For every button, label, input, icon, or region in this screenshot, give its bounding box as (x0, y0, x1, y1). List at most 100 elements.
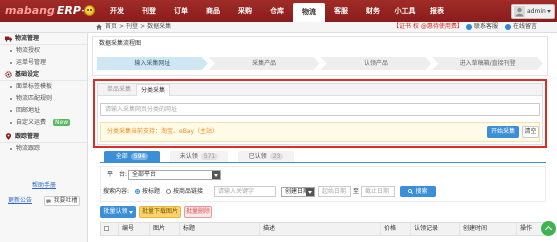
main-nav: 开发 刊登 订单 商品 采购 仓库 物流 客服 财务 小工具 报表 (101, 0, 453, 22)
certificate-notice-link[interactable]: 【证书 权 @惠待使用费】 (393, 22, 463, 32)
platform-label: 平 台: (107, 171, 128, 178)
radio-by-link-label[interactable]: 按商品链接 (173, 186, 203, 197)
bulk-claim-label: 批量认领 (103, 208, 128, 215)
nav-item-purchasing[interactable]: 采购 (229, 0, 261, 22)
nav-item-customer-service[interactable]: 客服 (325, 0, 357, 22)
sidebar-section-tracking[interactable]: 跟踪管理 (0, 131, 87, 143)
radio-by-title[interactable] (135, 189, 140, 194)
nav-item-finance[interactable]: 财务 (357, 0, 389, 22)
arrow-up-icon[interactable] (541, 221, 556, 236)
search-icon (408, 189, 414, 194)
column-header-description: 描述 (260, 223, 381, 235)
search-content-label: 搜索内容: (103, 188, 130, 195)
dropdown-toggle (212, 171, 220, 179)
keyword-input[interactable] (214, 186, 276, 197)
help-manual-link[interactable]: 帮助手册 (0, 183, 88, 189)
chat-icon (505, 24, 511, 30)
column-header-id[interactable]: 编号 (119, 223, 150, 235)
feedback-button[interactable]: 我要吐槽 (44, 196, 80, 206)
date-type-select[interactable]: 创建日期 (281, 187, 315, 197)
top-navigation-bar: mabang ERP+ 开发 刊登 订单 商品 采购 仓库 物流 客服 财务 小工… (0, 0, 557, 22)
start-date-input[interactable] (318, 186, 351, 197)
clear-button[interactable]: 清空 (522, 126, 539, 138)
location-pin-icon (5, 133, 12, 140)
breadcrumb-bar: 首页 > 刊登 > 数据采集 【证书 权 @惠待使用费】 联系客服 在线留言 (0, 22, 557, 33)
collect-tabs: 单品采集 分类采集 (98, 84, 542, 96)
nav-item-tools[interactable]: 小工具 (389, 0, 421, 22)
sidebar-item-tracking-numbers[interactable]: 运单号管理 (0, 57, 87, 69)
tab-all[interactable]: 全部 594 (104, 151, 160, 162)
table-header: 编号 图片 标题 描述 价格 认领记录 创建时间 操作 (100, 222, 546, 236)
contact-support-label: 联系客服 (474, 23, 499, 30)
select-all-checkbox[interactable] (104, 226, 109, 231)
tab-count: 571 (200, 153, 219, 160)
user-menu[interactable]: admin (511, 4, 555, 19)
truck-icon (5, 36, 12, 42)
logo-text: mabang (5, 4, 55, 17)
contact-support-link[interactable]: 联系客服 (466, 22, 498, 32)
column-header-created-time[interactable]: 创建时间 (460, 223, 517, 235)
tab-category-collect[interactable]: 分类采集 (136, 84, 170, 96)
headset-icon (466, 24, 472, 30)
chat-icon (46, 199, 52, 204)
tab-count: 594 (130, 153, 149, 160)
sidebar-item-matching-rules[interactable]: 物流匹配规则 (0, 93, 87, 105)
sidebar-item-logistics-tracking[interactable]: 物流跟踪 (0, 143, 87, 155)
sidebar-item-return-address[interactable]: 回邮地址 (0, 105, 87, 117)
flow-step: 采集产品 (209, 57, 320, 70)
nav-item-orders[interactable]: 订单 (165, 0, 197, 22)
breadcrumb-current: 数据采集 (147, 23, 172, 30)
update-notes-link[interactable]: 更新公告 (8, 198, 32, 204)
sidebar-section-basic-settings[interactable]: 基础设定 (0, 69, 87, 81)
support-notice: 分类采集当前支持：淘宝、eBay（主站） 开始采集 清空 (100, 122, 540, 142)
status-tabs: 全部 594 未认领 571 已认领 23 (100, 151, 546, 163)
end-date-input[interactable] (361, 186, 395, 197)
bulk-download-images-button[interactable]: 批量下载图片 (139, 206, 181, 218)
breadcrumb-listing[interactable]: 刊登 (126, 24, 138, 30)
feedback-button-label: 我要吐槽 (53, 197, 78, 204)
collection-flow-panel: 数据采集流程图 输入采集网址 采集产品 认领产品 进入草稿箱/直接刊登 (92, 36, 548, 76)
date-range-separator: 至 (353, 188, 360, 195)
flow-title: 数据采集流程图 (99, 40, 142, 47)
sidebar-section-title: 物流管理 (15, 34, 40, 42)
collect-url-input[interactable] (100, 103, 540, 116)
sidebar-section-logistics[interactable]: 物流管理 (0, 33, 87, 45)
search-button[interactable]: 搜索 (400, 186, 436, 197)
flow-step: 认领产品 (321, 57, 432, 70)
column-header-title[interactable]: 标题 (180, 223, 260, 235)
gear-icon (5, 71, 12, 78)
online-message-link[interactable]: 在线留言 (505, 22, 537, 32)
nav-item-listing[interactable]: 刊登 (133, 0, 165, 22)
radio-by-title-label[interactable]: 按标题 (142, 186, 160, 197)
tab-single-product[interactable]: 单品采集 (102, 84, 136, 96)
nav-item-products[interactable]: 商品 (197, 0, 229, 22)
chevron-down-icon (129, 211, 133, 214)
tab-label: 全部 (115, 153, 128, 160)
dropdown-toggle (306, 188, 314, 196)
nav-item-warehouse[interactable]: 仓库 (261, 0, 293, 22)
flow-step: 进入草稿箱/直接刊登 (432, 57, 543, 70)
sidebar-item-label: 自定义运费 (16, 119, 47, 126)
radio-by-link[interactable] (166, 189, 171, 194)
column-header-price[interactable]: 价格 (381, 223, 411, 235)
sidebar-item-logistics-auth[interactable]: 物流授权 (0, 45, 87, 57)
bulk-claim-button[interactable]: 批量认领 (100, 206, 136, 218)
sidebar-item-label-templates[interactable]: 面单标签模板 (0, 81, 87, 93)
sidebar-section-title: 基础设定 (15, 70, 40, 78)
flow-step: 输入采集网址 (97, 57, 208, 70)
bulk-delete-button[interactable]: 批量删除 (184, 206, 212, 218)
tab-unclaimed[interactable]: 未认领 571 (170, 151, 228, 162)
nav-item-logistics[interactable]: 物流 (293, 3, 325, 22)
search-button-label: 搜索 (415, 188, 428, 195)
tab-claimed[interactable]: 已认领 23 (238, 151, 294, 162)
app-logo[interactable]: mabang ERP+ (5, 4, 90, 18)
nav-item-reports[interactable]: 报表 (421, 0, 453, 22)
sidebar-item-custom-shipping-fee[interactable]: 自定义运费 New (0, 117, 87, 129)
platform-select[interactable]: 全部平台 (128, 170, 221, 180)
breadcrumb-home[interactable]: 首页 (105, 24, 117, 30)
chevron-down-icon (214, 174, 218, 177)
start-collect-button[interactable]: 开始采集 (487, 126, 519, 138)
tab-count: 23 (269, 153, 284, 160)
nav-item-develop[interactable]: 开发 (101, 0, 133, 22)
breadcrumb: 首页 > 刊登 > 数据采集 (96, 22, 171, 32)
